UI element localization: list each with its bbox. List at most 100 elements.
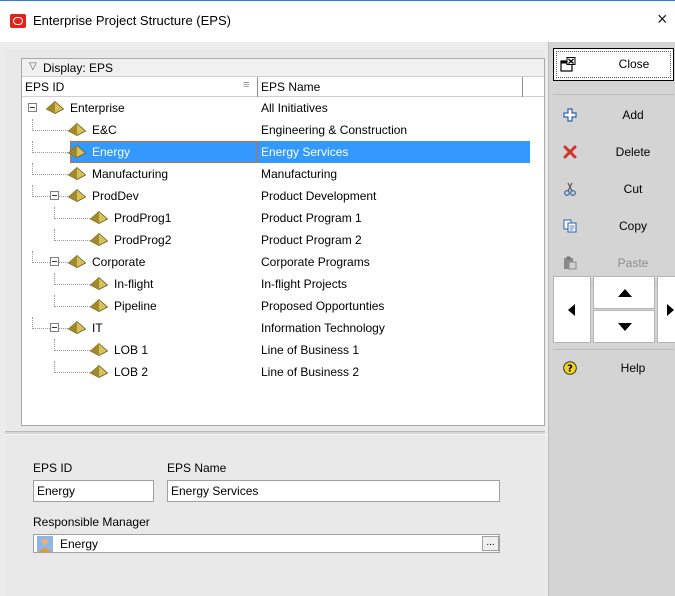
paste-button[interactable]: Paste (553, 247, 674, 279)
eps-name-cell: In-flight Projects (261, 277, 348, 291)
move-right-button[interactable] (657, 276, 675, 343)
tree-connector (54, 240, 90, 241)
column-divider[interactable] (522, 77, 523, 97)
close-button[interactable]: Close (553, 48, 674, 81)
arrow-left-icon (568, 304, 575, 316)
tree-connector (54, 361, 55, 373)
command-panel: Close Add Delete Cut Copy Paste ? Help (548, 42, 675, 596)
eps-node-icon (68, 145, 86, 158)
tree-row[interactable]: LOB 1 Line of Business 1 (22, 339, 544, 361)
tree-connector (54, 218, 90, 219)
tree-row[interactable]: Energy Energy Services (22, 141, 544, 163)
paste-icon (564, 256, 577, 270)
eps-tree: ▽ Display: EPS EPS ID ≡ EPS Name Enterpr… (21, 58, 545, 426)
eps-name-cell: Engineering & Construction (261, 123, 408, 137)
tree-connector (54, 273, 55, 285)
eps-node-icon (90, 365, 108, 378)
responsible-manager-label: Responsible Manager (33, 515, 150, 529)
copy-button-label: Copy (618, 219, 647, 233)
add-button[interactable]: Add (553, 99, 674, 131)
eps-name-cell: Information Technology (261, 321, 385, 335)
oracle-app-icon (10, 14, 26, 28)
eps-id-cell: ProdDev (92, 189, 139, 203)
column-header-eps-name[interactable]: EPS Name (261, 80, 320, 94)
arrow-right-icon (667, 304, 674, 316)
eps-id-cell: Corporate (92, 255, 146, 269)
tree-row[interactable]: ProdProg1 Product Program 1 (22, 207, 544, 229)
tree-connector (32, 163, 33, 175)
tree-connector (54, 229, 55, 241)
browse-button[interactable]: ... (482, 536, 499, 551)
move-left-button[interactable] (553, 276, 591, 343)
column-header-eps-id[interactable]: EPS ID (25, 80, 64, 94)
tree-connector (32, 317, 33, 329)
left-panel: ▽ Display: EPS EPS ID ≡ EPS Name Enterpr… (5, 50, 545, 596)
eps-node-icon (68, 167, 86, 180)
separator (553, 94, 674, 95)
dialog-body: ▽ Display: EPS EPS ID ≡ EPS Name Enterpr… (0, 42, 675, 596)
tree-row[interactable]: In-flight In-flight Projects (22, 273, 544, 295)
separator (553, 349, 674, 350)
tree-row[interactable]: ProdProg2 Product Program 2 (22, 229, 544, 251)
collapse-toggle[interactable] (50, 191, 59, 200)
eps-node-icon (90, 211, 108, 224)
tree-row[interactable]: LOB 2 Line of Business 2 (22, 361, 544, 383)
svg-text:?: ? (567, 364, 573, 375)
eps-name-cell: Line of Business 2 (261, 365, 360, 379)
eps-node-icon (90, 233, 108, 246)
eps-id-cell: E&C (92, 123, 117, 137)
delete-button-label: Delete (615, 145, 651, 159)
help-button-label: Help (620, 361, 646, 375)
tree-row[interactable]: Enterprise All Initiatives (22, 97, 544, 119)
move-up-button[interactable] (593, 276, 655, 309)
tree-row[interactable]: ProdDev Product Development (22, 185, 544, 207)
copy-button[interactable]: Copy (553, 210, 674, 242)
tree-row[interactable]: E&C Engineering & Construction (22, 119, 544, 141)
close-window-icon (560, 57, 576, 72)
help-button[interactable]: ? Help (553, 352, 674, 384)
display-bar[interactable]: ▽ Display: EPS (22, 59, 544, 77)
eps-id-cell: In-flight (114, 277, 154, 291)
tree-connector (32, 119, 33, 131)
tree-row[interactable]: Pipeline Proposed Opportunties (22, 295, 544, 317)
eps-node-icon (68, 123, 86, 136)
eps-id-cell: LOB 2 (114, 365, 149, 379)
help-icon: ? (563, 361, 577, 375)
cut-button[interactable]: Cut (553, 173, 674, 205)
eps-id-cell: Pipeline (114, 299, 157, 313)
collapse-toggle[interactable] (50, 323, 59, 332)
tree-row[interactable]: IT Information Technology (22, 317, 544, 339)
collapse-toggle[interactable] (28, 103, 37, 112)
eps-name-cell: Product Program 1 (261, 211, 362, 225)
eps-name-input[interactable] (167, 480, 500, 502)
delete-button[interactable]: Delete (553, 136, 674, 168)
responsible-manager-field[interactable]: Energy ... (33, 534, 500, 553)
tree-row[interactable]: Corporate Corporate Programs (22, 251, 544, 273)
eps-id-cell: IT (92, 321, 103, 335)
eps-id-input[interactable] (33, 480, 154, 502)
chevron-down-icon[interactable]: ▽ (29, 61, 37, 72)
window-title: Enterprise Project Structure (EPS) (33, 13, 231, 28)
eps-node-icon (68, 255, 86, 268)
eps-id-cell: LOB 1 (114, 343, 149, 357)
add-button-label: Add (622, 108, 644, 122)
eps-name-label: EPS Name (167, 461, 227, 475)
eps-id-cell: Enterprise (70, 101, 125, 115)
tree-connector (32, 130, 68, 131)
move-down-button[interactable] (593, 310, 655, 343)
scissors-icon (564, 182, 576, 196)
window-close-button[interactable]: × (657, 9, 668, 30)
column-divider[interactable] (257, 77, 258, 97)
eps-name-cell: Product Program 2 (261, 233, 362, 247)
tree-connector (32, 185, 33, 197)
copy-icon (563, 219, 577, 233)
panel-splitter[interactable] (5, 431, 545, 435)
move-arrows (553, 276, 675, 346)
collapse-toggle[interactable] (50, 257, 59, 266)
add-icon (563, 108, 577, 122)
tree-row[interactable]: Manufacturing Manufacturing (22, 163, 544, 185)
tree-connector (32, 141, 33, 153)
user-icon (37, 536, 53, 552)
title-bar: Enterprise Project Structure (EPS) × (0, 1, 675, 41)
sort-icon[interactable]: ≡ (243, 79, 256, 93)
